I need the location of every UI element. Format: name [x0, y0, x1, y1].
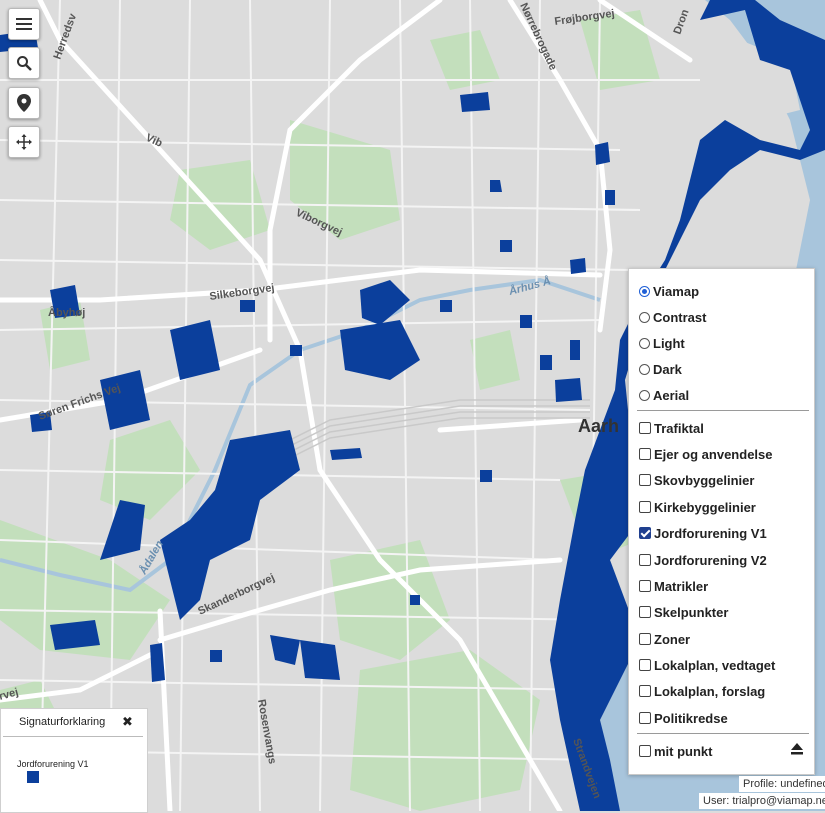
legend-panel: Signaturforklaring ✖ Jordforurening V1	[0, 708, 148, 813]
basemap-label: Viamap	[653, 283, 700, 299]
checkbox-kirkebyggelinier[interactable]	[639, 501, 651, 513]
overlay-label: mit punkt	[654, 743, 713, 759]
overlay-skovbyggelinier[interactable]: Skovbyggelinier	[639, 470, 754, 490]
overlay-label: Skelpunkter	[654, 604, 729, 620]
overlay-jordforurening-v1[interactable]: Jordforurening V1	[639, 523, 767, 543]
overlay-trafiktal[interactable]: Trafiktal	[639, 418, 704, 438]
basemap-viamap[interactable]: Viamap	[639, 281, 699, 301]
checkbox-trafiktal[interactable]	[639, 422, 651, 434]
overlay-label: Skovbyggelinier	[654, 472, 755, 488]
overlay-label: Zoner	[654, 631, 691, 647]
basemap-label: Dark	[653, 361, 682, 377]
overlay-zoner[interactable]: Zoner	[639, 629, 690, 649]
legend-title: Signaturforklaring	[19, 716, 106, 728]
checkbox-lokalplan-forslag[interactable]	[639, 685, 651, 697]
radio-contrast[interactable]	[639, 311, 650, 323]
layer-panel: Viamap Contrast Light Dark Aerial Trafik…	[628, 268, 815, 775]
legend-swatch	[27, 771, 39, 783]
search-button[interactable]	[8, 47, 40, 79]
overlay-label: Jordforurening V1	[654, 525, 767, 541]
legend-item-label: Jordforurening V1	[17, 759, 89, 769]
basemap-label: Light	[653, 335, 685, 351]
pan-button[interactable]	[8, 126, 40, 158]
overlay-mit-punkt[interactable]: mit punkt	[639, 741, 713, 761]
checkbox-jordforurening-v2[interactable]	[639, 554, 651, 566]
checkbox-ejer-og-anvendelse[interactable]	[639, 448, 651, 460]
location-pin-icon	[17, 94, 31, 112]
basemap-contrast[interactable]: Contrast	[639, 307, 706, 327]
checkbox-lokalplan-vedtaget[interactable]	[639, 659, 651, 671]
basemap-label: Contrast	[653, 309, 707, 325]
overlay-label: Trafiktal	[654, 420, 704, 436]
checkbox-skovbyggelinier[interactable]	[639, 474, 651, 486]
radio-light[interactable]	[639, 337, 650, 349]
menu-icon	[16, 18, 32, 30]
basemap-aerial[interactable]: Aerial	[639, 385, 689, 405]
overlay-matrikler[interactable]: Matrikler	[639, 576, 708, 596]
overlay-kirkebyggelinier[interactable]: Kirkebyggelinier	[639, 497, 756, 517]
basemap-label: Aerial	[653, 387, 690, 403]
profile-status: Profile: undefined	[739, 776, 825, 792]
radio-viamap[interactable]	[639, 285, 650, 297]
checkbox-mit-punkt[interactable]	[639, 745, 651, 757]
overlay-label: Jordforurening V2	[654, 552, 767, 568]
crosshair-icon	[16, 134, 32, 150]
checkbox-matrikler[interactable]	[639, 580, 651, 592]
menu-button[interactable]	[8, 8, 40, 40]
label-abyhoj: Åbyhøj	[48, 306, 85, 319]
overlay-label: Matrikler	[654, 578, 709, 594]
close-icon[interactable]: ✖	[122, 714, 133, 730]
overlay-jordforurening-v2[interactable]: Jordforurening V2	[639, 550, 767, 570]
checkbox-zoner[interactable]	[639, 633, 651, 645]
legend-divider	[3, 736, 143, 737]
collapse-panel-icon[interactable]	[790, 742, 804, 756]
checkbox-jordforurening-v1[interactable]	[639, 527, 651, 539]
overlay-skelpunkter[interactable]: Skelpunkter	[639, 602, 728, 622]
radio-aerial[interactable]	[639, 389, 650, 401]
layer-divider	[637, 410, 809, 411]
overlay-lokalplan-forslag[interactable]: Lokalplan, forslag	[639, 681, 765, 701]
overlay-label: Lokalplan, forslag	[654, 683, 766, 699]
radio-dark[interactable]	[639, 363, 650, 375]
overlay-lokalplan-vedtaget[interactable]: Lokalplan, vedtaget	[639, 655, 775, 675]
checkbox-politikredse[interactable]	[639, 712, 651, 724]
layer-divider	[637, 733, 809, 734]
overlay-politikredse[interactable]: Politikredse	[639, 708, 728, 728]
overlay-label: Kirkebyggelinier	[654, 499, 756, 515]
label-aarhus: Aarh	[578, 416, 619, 436]
overlay-label: Ejer og anvendelse	[654, 446, 773, 462]
overlay-label: Lokalplan, vedtaget	[654, 657, 776, 673]
basemap-dark[interactable]: Dark	[639, 359, 682, 379]
basemap-light[interactable]: Light	[639, 333, 685, 353]
overlay-ejer-og-anvendelse[interactable]: Ejer og anvendelse	[639, 444, 773, 464]
location-button[interactable]	[8, 87, 40, 119]
search-icon	[17, 56, 32, 71]
user-status: User: trialpro@viamap.net	[699, 793, 825, 809]
checkbox-skelpunkter[interactable]	[639, 606, 651, 618]
overlay-label: Politikredse	[654, 710, 728, 726]
